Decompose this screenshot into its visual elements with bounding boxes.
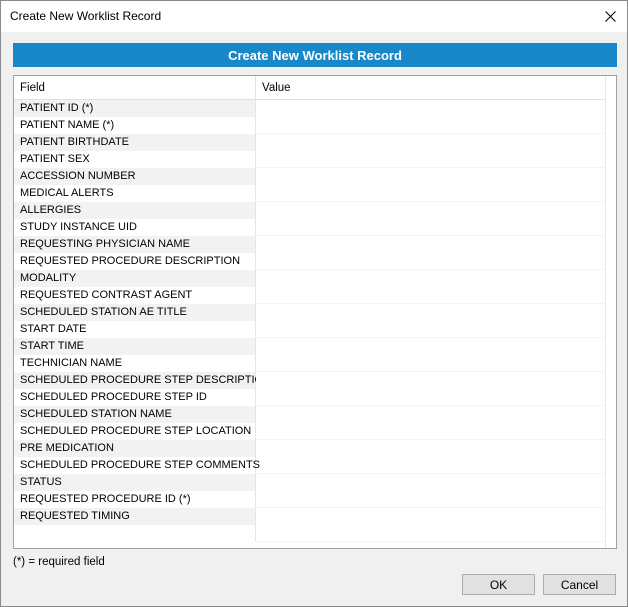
field-value-cell[interactable] xyxy=(256,185,606,202)
field-name-cell: MODALITY xyxy=(14,270,256,287)
table-row[interactable]: REQUESTED TIMING xyxy=(14,508,606,525)
close-icon xyxy=(604,11,616,22)
window-title: Create New Worklist Record xyxy=(10,9,162,23)
field-value-cell[interactable] xyxy=(256,168,606,185)
field-value-cell[interactable] xyxy=(256,134,606,151)
empty-cell xyxy=(256,525,606,542)
column-header-field[interactable]: Field xyxy=(14,76,256,100)
field-name-cell: SCHEDULED STATION AE TITLE xyxy=(14,304,256,321)
field-name-cell: SCHEDULED PROCEDURE STEP COMMENTS xyxy=(14,457,260,474)
field-name-cell: PATIENT NAME (*) xyxy=(14,117,256,134)
field-value-cell[interactable] xyxy=(256,270,606,287)
table-row[interactable]: SCHEDULED PROCEDURE STEP LOCATION xyxy=(14,423,606,440)
form-header-label: Create New Worklist Record xyxy=(228,47,402,63)
column-header-value[interactable]: Value xyxy=(256,76,606,100)
grid-rows: PATIENT ID (*) PATIENT NAME (*) PATIENT BI… xyxy=(14,100,606,542)
table-row[interactable]: TECHNICIAN NAME xyxy=(14,355,606,372)
field-value-cell[interactable] xyxy=(256,508,606,525)
table-row[interactable]: ACCESSION NUMBER xyxy=(14,168,606,185)
table-row[interactable]: REQUESTING PHYSICIAN NAME xyxy=(14,236,606,253)
table-row[interactable]: REQUESTED PROCEDURE ID (*) xyxy=(14,491,606,508)
table-row[interactable]: MODALITY xyxy=(14,270,606,287)
table-row[interactable]: SCHEDULED PROCEDURE STEP ID xyxy=(14,389,606,406)
field-value-cell[interactable] xyxy=(256,474,606,491)
field-name-cell: PRE MEDICATION xyxy=(14,440,256,457)
empty-row xyxy=(14,525,606,542)
table-row[interactable]: SCHEDULED PROCEDURE STEP DESCRIPTION xyxy=(14,372,606,389)
form-header: Create New Worklist Record xyxy=(13,43,617,67)
field-value-cell[interactable] xyxy=(256,236,606,253)
grid-divider xyxy=(605,76,606,548)
field-value-cell[interactable] xyxy=(256,423,606,440)
field-value-cell[interactable] xyxy=(256,117,606,134)
field-name-cell: REQUESTED TIMING xyxy=(14,508,256,525)
empty-cell xyxy=(14,525,256,542)
table-row[interactable]: PATIENT BIRTHDATE xyxy=(14,134,606,151)
field-name-cell: START TIME xyxy=(14,338,256,355)
grid-header: Field Value xyxy=(14,76,606,100)
field-name-cell: SCHEDULED PROCEDURE STEP LOCATION xyxy=(14,423,256,440)
field-name-cell: MEDICAL ALERTS xyxy=(14,185,256,202)
field-value-cell[interactable] xyxy=(256,338,606,355)
field-value-cell[interactable] xyxy=(256,389,606,406)
field-name-cell: START DATE xyxy=(14,321,256,338)
table-row[interactable]: PATIENT SEX xyxy=(14,151,606,168)
required-field-note: (*) = required field xyxy=(13,556,105,568)
field-name-cell: PATIENT ID (*) xyxy=(14,100,256,117)
field-name-cell: TECHNICIAN NAME xyxy=(14,355,256,372)
field-value-cell[interactable] xyxy=(256,304,606,321)
field-name-cell: SCHEDULED STATION NAME xyxy=(14,406,256,423)
field-name-cell: REQUESTED PROCEDURE ID (*) xyxy=(14,491,256,508)
field-value-cell[interactable] xyxy=(256,287,606,304)
table-row[interactable]: STUDY INSTANCE UID xyxy=(14,219,606,236)
field-name-cell: ALLERGIES xyxy=(14,202,256,219)
field-value-cell[interactable] xyxy=(256,321,606,338)
field-name-cell: SCHEDULED PROCEDURE STEP DESCRIPTION xyxy=(14,372,271,389)
field-value-cell[interactable] xyxy=(256,491,606,508)
field-name-cell: REQUESTING PHYSICIAN NAME xyxy=(14,236,256,253)
field-value-cell[interactable] xyxy=(256,219,606,236)
title-bar: Create New Worklist Record xyxy=(1,1,627,32)
table-row[interactable]: STATUS xyxy=(14,474,606,491)
field-value-cell[interactable] xyxy=(256,100,606,117)
field-value-cell[interactable] xyxy=(256,202,606,219)
field-name-cell: REQUESTED PROCEDURE DESCRIPTION xyxy=(14,253,256,270)
dialog-window: Create New Worklist Record Create New Wo… xyxy=(0,0,628,607)
table-row[interactable]: MEDICAL ALERTS xyxy=(14,185,606,202)
table-row[interactable]: SCHEDULED STATION NAME xyxy=(14,406,606,423)
field-name-cell: REQUESTED CONTRAST AGENT xyxy=(14,287,256,304)
field-name-cell: ACCESSION NUMBER xyxy=(14,168,256,185)
ok-button[interactable]: OK xyxy=(462,574,535,595)
field-value-cell[interactable] xyxy=(256,253,606,270)
field-value-cell[interactable] xyxy=(256,151,606,168)
field-value-cell[interactable] xyxy=(256,372,606,389)
field-name-cell: STATUS xyxy=(14,474,256,491)
table-row[interactable]: PATIENT ID (*) xyxy=(14,100,606,117)
field-name-cell: PATIENT SEX xyxy=(14,151,256,168)
table-row[interactable]: REQUESTED PROCEDURE DESCRIPTION xyxy=(14,253,606,270)
field-name-cell: PATIENT BIRTHDATE xyxy=(14,134,256,151)
table-row[interactable]: PRE MEDICATION xyxy=(14,440,606,457)
field-name-cell: STUDY INSTANCE UID xyxy=(14,219,256,236)
cancel-button[interactable]: Cancel xyxy=(543,574,616,595)
field-value-cell[interactable] xyxy=(256,457,606,474)
field-value-cell[interactable] xyxy=(256,355,606,372)
table-row[interactable]: SCHEDULED STATION AE TITLE xyxy=(14,304,606,321)
close-button[interactable] xyxy=(593,1,627,32)
table-row[interactable]: ALLERGIES xyxy=(14,202,606,219)
field-value-cell[interactable] xyxy=(256,440,606,457)
field-name-cell: SCHEDULED PROCEDURE STEP ID xyxy=(14,389,256,406)
worklist-grid: Field Value PATIENT ID (*) PATIENT NAME (… xyxy=(13,75,617,549)
field-value-cell[interactable] xyxy=(256,406,606,423)
table-row[interactable]: PATIENT NAME (*) xyxy=(14,117,606,134)
table-row[interactable]: START DATE xyxy=(14,321,606,338)
table-row[interactable]: REQUESTED CONTRAST AGENT xyxy=(14,287,606,304)
table-row[interactable]: START TIME xyxy=(14,338,606,355)
table-row[interactable]: SCHEDULED PROCEDURE STEP COMMENTS xyxy=(14,457,606,474)
